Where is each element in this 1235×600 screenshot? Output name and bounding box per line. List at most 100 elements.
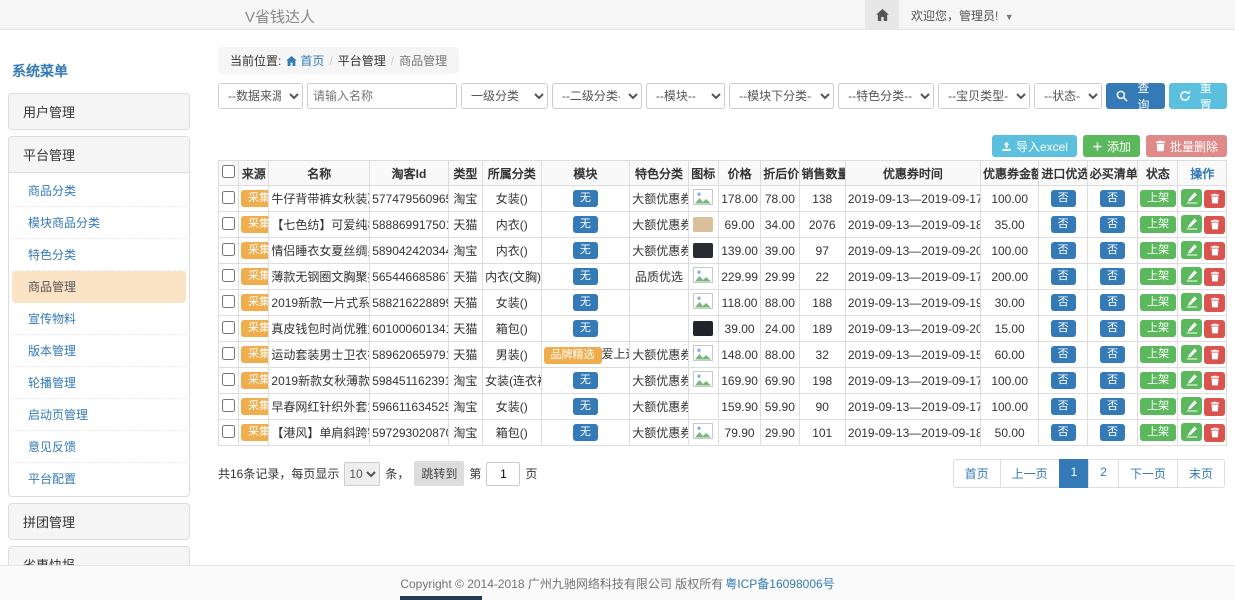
sidebar-subitem-9[interactable]: 平台配置 xyxy=(12,463,186,494)
delete-button[interactable] xyxy=(1204,398,1225,416)
imported-toggle[interactable]: 否 xyxy=(1051,346,1076,363)
imported-toggle[interactable]: 否 xyxy=(1051,294,1076,311)
breadcrumb-item[interactable]: 平台管理 xyxy=(338,52,386,69)
sidebar-item-2[interactable]: 拼团管理 xyxy=(8,503,190,540)
status-badge[interactable]: 上架 xyxy=(1140,216,1176,233)
delete-button[interactable] xyxy=(1204,216,1225,234)
must-buy-toggle[interactable]: 否 xyxy=(1100,424,1125,441)
status-badge[interactable]: 上架 xyxy=(1140,242,1176,259)
sidebar-subitem-0[interactable]: 商品分类 xyxy=(12,175,186,207)
sidebar-subitem-4[interactable]: 宣传物料 xyxy=(12,303,186,335)
must-buy-toggle[interactable]: 否 xyxy=(1100,216,1125,233)
status-badge[interactable]: 上架 xyxy=(1140,346,1176,363)
status-badge[interactable]: 上架 xyxy=(1140,294,1176,311)
edit-button[interactable] xyxy=(1181,293,1202,311)
pager-item-3[interactable]: 2 xyxy=(1088,459,1119,488)
row-checkbox[interactable] xyxy=(222,347,235,360)
imported-toggle[interactable]: 否 xyxy=(1051,190,1076,207)
filter-select-5[interactable]: --模块下分类-- xyxy=(729,83,834,109)
edit-button[interactable] xyxy=(1181,319,1202,337)
imported-toggle[interactable]: 否 xyxy=(1051,424,1076,441)
batch-delete-button[interactable]: 批量删除 xyxy=(1146,135,1227,157)
status-badge[interactable]: 上架 xyxy=(1140,268,1176,285)
pager-item-5[interactable]: 末页 xyxy=(1177,459,1225,488)
delete-button[interactable] xyxy=(1204,320,1225,338)
filter-select-2[interactable]: 一级分类 xyxy=(461,83,548,109)
reset-button[interactable]: 重置 xyxy=(1169,83,1227,109)
must-buy-toggle[interactable]: 否 xyxy=(1100,346,1125,363)
edit-button[interactable] xyxy=(1181,215,1202,233)
add-button[interactable]: 添加 xyxy=(1083,135,1140,157)
sidebar-subitem-5[interactable]: 版本管理 xyxy=(12,335,186,367)
filter-select-8[interactable]: --状态-- xyxy=(1034,83,1102,109)
must-buy-toggle[interactable]: 否 xyxy=(1100,294,1125,311)
sidebar-subitem-7[interactable]: 启动页管理 xyxy=(12,399,186,431)
sidebar-item-1[interactable]: 平台管理 xyxy=(8,136,190,173)
sidebar-subitem-8[interactable]: 意见反馈 xyxy=(12,431,186,463)
horizontal-scrollbar-thumb[interactable] xyxy=(400,596,482,600)
sidebar-subitem-3[interactable]: 商品管理 xyxy=(12,271,186,303)
row-checkbox[interactable] xyxy=(222,373,235,386)
delete-button[interactable] xyxy=(1204,424,1225,442)
search-button[interactable]: 查询 xyxy=(1106,83,1164,109)
jump-page-input[interactable] xyxy=(486,462,520,486)
imported-toggle[interactable]: 否 xyxy=(1051,398,1076,415)
status-badge[interactable]: 上架 xyxy=(1140,320,1176,337)
row-checkbox[interactable] xyxy=(222,295,235,308)
row-checkbox[interactable] xyxy=(222,217,235,230)
delete-button[interactable] xyxy=(1204,242,1225,260)
status-badge[interactable]: 上架 xyxy=(1140,190,1176,207)
delete-button[interactable] xyxy=(1204,190,1225,208)
edit-button[interactable] xyxy=(1181,267,1202,285)
per-page-select[interactable]: 10 xyxy=(344,462,380,486)
sidebar-subitem-6[interactable]: 轮播管理 xyxy=(12,367,186,399)
row-checkbox[interactable] xyxy=(222,425,235,438)
delete-button[interactable] xyxy=(1204,268,1225,286)
home-button[interactable] xyxy=(865,0,899,30)
filter-select-0[interactable]: --数据来源-- xyxy=(218,83,303,109)
pager-item-1[interactable]: 上一页 xyxy=(1000,459,1060,488)
status-badge[interactable]: 上架 xyxy=(1140,372,1176,389)
select-all-checkbox[interactable] xyxy=(222,165,235,178)
delete-button[interactable] xyxy=(1204,294,1225,312)
jump-button[interactable]: 跳转到 xyxy=(414,461,464,486)
sidebar-subitem-1[interactable]: 模块商品分类 xyxy=(12,207,186,239)
imported-toggle[interactable]: 否 xyxy=(1051,242,1076,259)
imported-toggle[interactable]: 否 xyxy=(1051,216,1076,233)
imported-toggle[interactable]: 否 xyxy=(1051,372,1076,389)
edit-button[interactable] xyxy=(1181,345,1202,363)
pager-item-0[interactable]: 首页 xyxy=(953,459,1001,488)
row-checkbox[interactable] xyxy=(222,269,235,282)
imported-toggle[interactable]: 否 xyxy=(1051,320,1076,337)
edit-button[interactable] xyxy=(1181,241,1202,259)
must-buy-toggle[interactable]: 否 xyxy=(1100,320,1125,337)
must-buy-toggle[interactable]: 否 xyxy=(1100,398,1125,415)
status-badge[interactable]: 上架 xyxy=(1140,424,1176,441)
sidebar-item-3[interactable]: 省惠快报 xyxy=(8,546,190,565)
sidebar-subitem-2[interactable]: 特色分类 xyxy=(12,239,186,271)
filter-select-4[interactable]: --模块-- xyxy=(646,83,725,109)
pager-item-2[interactable]: 1 xyxy=(1059,459,1090,488)
imported-toggle[interactable]: 否 xyxy=(1051,268,1076,285)
edit-button[interactable] xyxy=(1181,189,1202,207)
edit-button[interactable] xyxy=(1181,397,1202,415)
icp-link[interactable]: 粤ICP备16098006号 xyxy=(725,575,834,592)
row-checkbox[interactable] xyxy=(222,243,235,256)
import-excel-button[interactable]: 导入excel xyxy=(992,135,1077,157)
status-badge[interactable]: 上架 xyxy=(1140,398,1176,415)
delete-button[interactable] xyxy=(1204,346,1225,364)
edit-button[interactable] xyxy=(1181,371,1202,389)
breadcrumb-home-link[interactable]: 首页 xyxy=(286,52,324,69)
edit-button[interactable] xyxy=(1181,423,1202,441)
row-checkbox[interactable] xyxy=(222,191,235,204)
must-buy-toggle[interactable]: 否 xyxy=(1100,372,1125,389)
must-buy-toggle[interactable]: 否 xyxy=(1100,190,1125,207)
must-buy-toggle[interactable]: 否 xyxy=(1100,268,1125,285)
row-checkbox[interactable] xyxy=(222,321,235,334)
user-menu[interactable]: 欢迎您，管理员! ▼ xyxy=(911,7,1014,24)
filter-select-6[interactable]: --特色分类-- xyxy=(838,83,934,109)
delete-button[interactable] xyxy=(1204,372,1225,390)
row-checkbox[interactable] xyxy=(222,399,235,412)
sidebar-item-0[interactable]: 用户管理 xyxy=(8,93,190,130)
must-buy-toggle[interactable]: 否 xyxy=(1100,242,1125,259)
